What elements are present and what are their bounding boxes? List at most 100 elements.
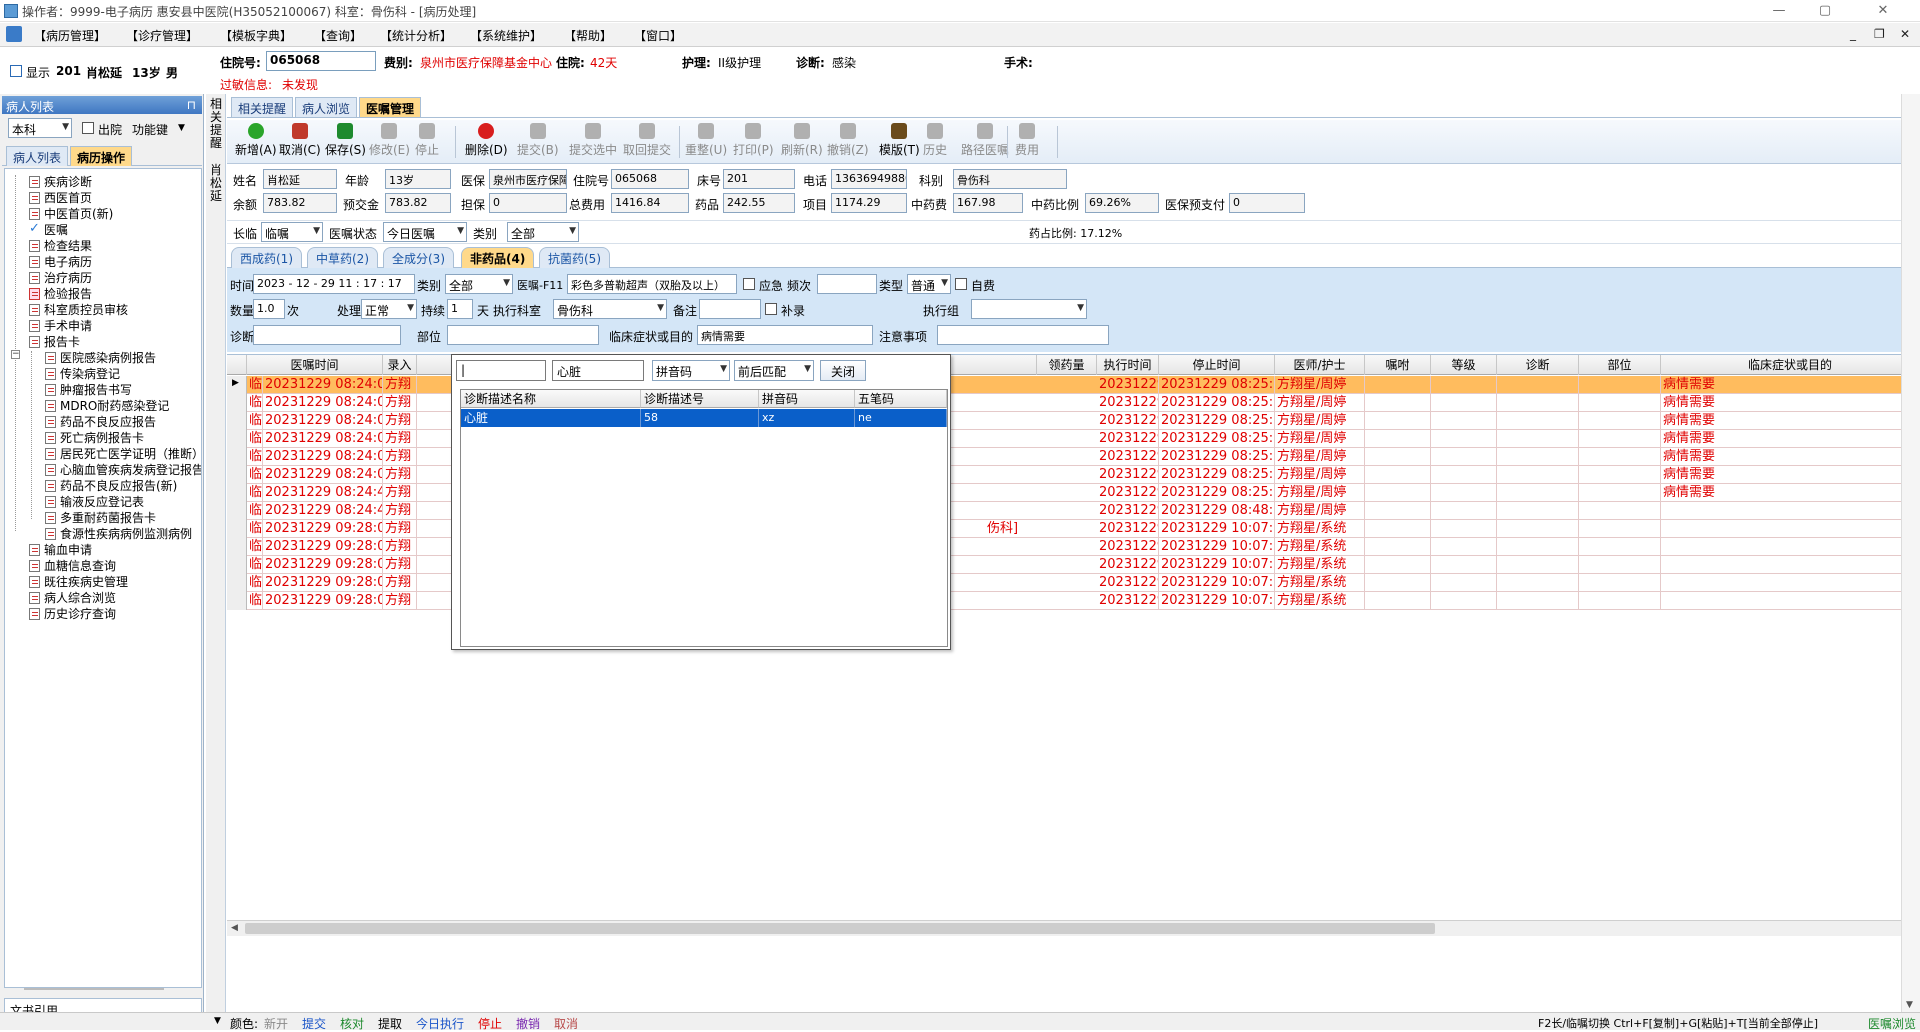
mdi-minimize-button[interactable]: _: [1850, 27, 1856, 41]
tree-item[interactable]: 检验报告: [29, 285, 92, 301]
grid-col-header[interactable]: 医嘱时间: [247, 355, 383, 375]
fee-button[interactable]: 费用: [1015, 122, 1039, 162]
tree-item[interactable]: 中医首页(新): [29, 205, 113, 221]
grid-col-header[interactable]: 临床症状或目的: [1661, 355, 1920, 375]
template-button[interactable]: 模版(T): [879, 122, 920, 162]
scroll-down-icon[interactable]: ▼: [1906, 1000, 1913, 1010]
print-button[interactable]: 打印(P): [733, 122, 774, 162]
tab-related-reminder[interactable]: 相关提醒: [231, 97, 294, 117]
tab-non-drug[interactable]: 非药品(4): [461, 247, 535, 268]
menu-system-maintenance[interactable]: 【系统维护】: [470, 27, 542, 44]
grid-col-header[interactable]: 部位: [1579, 355, 1661, 375]
row-header[interactable]: [227, 538, 247, 556]
scroll-thumb[interactable]: [245, 923, 1435, 934]
submit-button[interactable]: 提交(B): [517, 122, 559, 162]
row-header[interactable]: [227, 448, 247, 466]
tree-item[interactable]: 药品不良反应报告(新): [45, 477, 177, 493]
inpatient-no-field[interactable]: 065068: [266, 51, 376, 71]
col-diagnosis-name[interactable]: 诊断描述名称: [461, 390, 641, 408]
row-header[interactable]: [227, 520, 247, 538]
long-temp-select[interactable]: 临嘱 ▼: [261, 222, 323, 242]
col-diagnosis-no[interactable]: 诊断描述号: [641, 390, 759, 408]
tree-item[interactable]: 检查结果: [29, 237, 92, 253]
history-button[interactable]: 历史: [923, 122, 947, 162]
menu-statistics[interactable]: 【统计分析】: [380, 27, 452, 44]
menu-query[interactable]: 【查询】: [314, 27, 362, 44]
duration-field[interactable]: 1: [447, 299, 473, 319]
reorganize-button[interactable]: 重整(U): [685, 122, 727, 162]
exec-dept-select[interactable]: 骨伤科 ▼: [553, 299, 667, 319]
handle-select[interactable]: 正常 ▼: [361, 299, 417, 319]
col-wubi[interactable]: 五笔码: [855, 390, 947, 408]
category-select[interactable]: 全部 ▼: [507, 222, 579, 242]
tab-herbal[interactable]: 中草药(2): [307, 247, 378, 268]
submit-selected-button[interactable]: 提交选中: [569, 122, 617, 162]
maximize-button[interactable]: ▢: [1802, 0, 1848, 22]
tree-item[interactable]: 输液反应登记表: [45, 493, 144, 509]
clinical-field[interactable]: 病情需要: [697, 325, 873, 345]
tab-patient-list[interactable]: 病人列表: [6, 146, 69, 166]
vertical-scrollbar[interactable]: ▼: [1901, 94, 1920, 1012]
related-reminder-vertical[interactable]: 相关提醒: [209, 98, 223, 158]
col-pinyin[interactable]: 拼音码: [759, 390, 855, 408]
undo-button[interactable]: 取消(C): [279, 122, 321, 162]
grid-col-header[interactable]: 诊断: [1497, 355, 1579, 375]
tree-item[interactable]: 疾病诊断: [29, 173, 92, 189]
tree-item[interactable]: 西医首页: [29, 189, 92, 205]
row-header[interactable]: ▶: [227, 376, 247, 394]
attention-field[interactable]: [937, 325, 1109, 345]
tree-item[interactable]: 居民死亡医学证明（推断）: [45, 445, 201, 461]
row-header[interactable]: [227, 394, 247, 412]
show-checkbox[interactable]: [10, 65, 22, 77]
tab-antibacterial[interactable]: 抗菌药(5): [539, 247, 610, 268]
exec-group-select[interactable]: ▼: [971, 299, 1087, 319]
grid-col-header[interactable]: 执行时间: [1097, 355, 1159, 375]
grid-col-header[interactable]: 领药量: [1037, 355, 1097, 375]
stop-button[interactable]: 停止: [415, 122, 439, 162]
popup-match-select[interactable]: 前后匹配 ▼: [734, 360, 814, 381]
tree-item[interactable]: 治疗病历: [29, 269, 92, 285]
menu-window[interactable]: 【窗口】: [634, 27, 682, 44]
grid-col-header[interactable]: 等级: [1431, 355, 1497, 375]
minimize-button[interactable]: —: [1756, 0, 1802, 22]
self-pay-checkbox[interactable]: [955, 278, 967, 290]
site-field[interactable]: [447, 325, 599, 345]
popup-result-row[interactable]: 心脏 58 xz ne: [461, 409, 947, 427]
function-key-menu[interactable]: 功能键: [132, 121, 168, 138]
tree-item[interactable]: 血糖信息查询: [29, 557, 116, 573]
menu-record-management[interactable]: 【病历管理】: [34, 27, 106, 44]
order-state-select[interactable]: 今日医嘱 ▼: [383, 222, 467, 242]
tree-item[interactable]: 历史诊疗查询: [29, 605, 116, 621]
horizontal-scrollbar[interactable]: ◀ ▶: [227, 920, 1920, 936]
tree-item[interactable]: 食源性疾病病例监测病例: [45, 525, 192, 541]
mdi-restore-button[interactable]: ❐: [1874, 27, 1885, 41]
pin-icon[interactable]: ⊓: [187, 98, 196, 112]
pathway-button[interactable]: 路径医嘱: [961, 122, 1009, 162]
tree-item[interactable]: 死亡病例报告卡: [45, 429, 144, 445]
tree-item[interactable]: MDRO耐药感染登记: [45, 397, 169, 413]
discharge-checkbox[interactable]: [82, 122, 94, 134]
tree-item[interactable]: 输血申请: [29, 541, 92, 557]
tree-item[interactable]: 多重耐药菌报告卡: [45, 509, 156, 525]
revoke-button[interactable]: 撤销(Z): [827, 122, 869, 162]
tree-item[interactable]: 肿瘤报告书写: [45, 381, 132, 397]
quantity-field[interactable]: 1.0: [253, 299, 285, 319]
refresh-button[interactable]: 刷新(R): [781, 122, 823, 162]
popup-keyword-input[interactable]: 心脏: [552, 360, 644, 381]
tree-item[interactable]: 报告卡: [29, 333, 80, 349]
grid-col-header[interactable]: [227, 355, 247, 375]
collapse-icon[interactable]: −: [11, 350, 20, 359]
order-category-select[interactable]: 全部 ▼: [445, 274, 513, 294]
add-button[interactable]: 新增(A): [235, 122, 277, 162]
tree-item[interactable]: 药品不良反应报告: [45, 413, 156, 429]
tree-item[interactable]: 病人综合浏览: [29, 589, 116, 605]
grid-col-header[interactable]: 停止时间: [1159, 355, 1275, 375]
tree-item[interactable]: 手术申请: [29, 317, 92, 333]
tree-item[interactable]: 医院感染病例报告: [45, 349, 156, 365]
grid-col-header[interactable]: 嘱咐: [1365, 355, 1431, 375]
urgent-checkbox[interactable]: [743, 278, 755, 290]
tab-full-component[interactable]: 全成分(3): [383, 247, 454, 268]
save-button[interactable]: 保存(S): [325, 122, 366, 162]
tab-order-management[interactable]: 医嘱管理: [359, 97, 422, 117]
close-window-button[interactable]: ✕: [1860, 0, 1906, 22]
